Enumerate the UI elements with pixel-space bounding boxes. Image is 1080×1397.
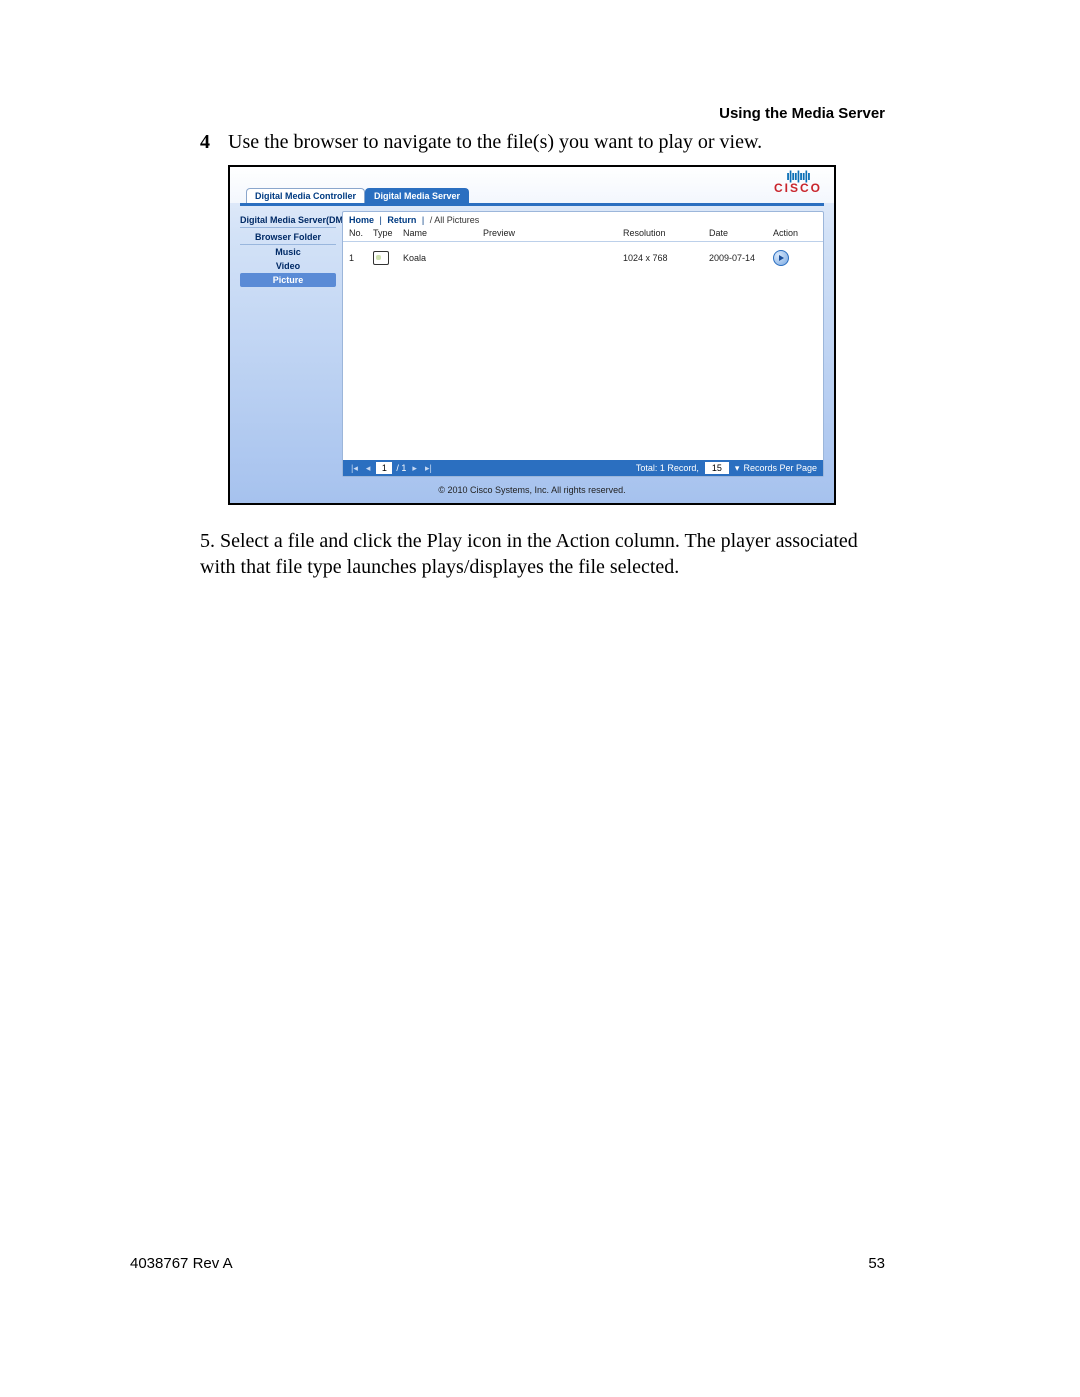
step-4-text: Use the browser to navigate to the file(… bbox=[228, 131, 762, 154]
cell-type bbox=[373, 251, 403, 265]
pager-current-page[interactable]: 1 bbox=[376, 462, 392, 474]
breadcrumb-sep: | bbox=[377, 215, 385, 225]
cell-action bbox=[773, 250, 817, 266]
sidebar: Digital Media Server(DMS) Browser Folder… bbox=[240, 211, 336, 477]
top-bar: Digital Media Controller Digital Media S… bbox=[230, 167, 834, 203]
step-5-text: 5. Select a file and click the Play icon… bbox=[200, 528, 885, 580]
cell-resolution: 1024 x 768 bbox=[623, 253, 709, 263]
page-header-right: Using the Media Server bbox=[719, 105, 885, 122]
breadcrumb-return-link[interactable]: Return bbox=[387, 215, 416, 225]
tab-underline bbox=[240, 203, 824, 206]
pager-bar: |◂ ◂ 1 / 1 ▸ ▸| Total: 1 Record, 15 ▾ Re… bbox=[343, 460, 823, 476]
col-preview: Preview bbox=[483, 228, 623, 238]
records-per-page-select[interactable]: 15 bbox=[705, 462, 729, 474]
breadcrumb-sep: | bbox=[419, 215, 427, 225]
sidebar-title: Digital Media Server(DMS) bbox=[240, 211, 336, 228]
cell-no: 1 bbox=[349, 253, 373, 263]
col-name: Name bbox=[403, 228, 483, 238]
cell-date: 2009-07-14 bbox=[709, 253, 773, 263]
tab-row: Digital Media Controller Digital Media S… bbox=[246, 188, 469, 203]
breadcrumb-home-link[interactable]: Home bbox=[349, 215, 374, 225]
col-type: Type bbox=[373, 228, 403, 238]
sidebar-item-picture[interactable]: Picture bbox=[240, 273, 336, 287]
media-server-screenshot: Digital Media Controller Digital Media S… bbox=[228, 165, 836, 505]
records-per-page-label: Records Per Page bbox=[743, 463, 817, 473]
cisco-logo: ı|ıı|ıı|ı CISCO bbox=[774, 169, 822, 194]
pager-prev-button[interactable]: ◂ bbox=[364, 463, 373, 474]
pager-total-pages: / 1 bbox=[396, 463, 406, 473]
table-body: 1 Koala 1024 x 768 2009-07-14 bbox=[343, 242, 823, 460]
picture-type-icon bbox=[373, 251, 389, 265]
breadcrumb: Home | Return | / All Pictures bbox=[343, 212, 823, 228]
col-resolution: Resolution bbox=[623, 228, 709, 238]
col-no: No. bbox=[349, 228, 373, 238]
pager-last-button[interactable]: ▸| bbox=[423, 463, 434, 474]
column-header-row: No. Type Name Preview Resolution Date Ac… bbox=[343, 228, 823, 242]
play-icon[interactable] bbox=[773, 250, 789, 266]
pager-next-button[interactable]: ▸ bbox=[410, 463, 419, 474]
tab-digital-media-server[interactable]: Digital Media Server bbox=[365, 188, 469, 203]
cell-name: Koala bbox=[403, 253, 483, 263]
tab-digital-media-controller[interactable]: Digital Media Controller bbox=[246, 188, 365, 203]
step-4-number: 4 bbox=[200, 131, 210, 154]
footer-page-number: 53 bbox=[868, 1255, 885, 1272]
col-date: Date bbox=[709, 228, 773, 238]
pager-total-label: Total: 1 Record, bbox=[636, 463, 699, 473]
footer-doc-id: 4038767 Rev A bbox=[130, 1255, 233, 1272]
pager-first-button[interactable]: |◂ bbox=[349, 463, 360, 474]
breadcrumb-path: / All Pictures bbox=[430, 215, 480, 225]
copyright-text: © 2010 Cisco Systems, Inc. All rights re… bbox=[230, 485, 834, 495]
sidebar-subtitle: Browser Folder bbox=[240, 228, 336, 245]
main-panel: Home | Return | / All Pictures No. Type … bbox=[342, 211, 824, 477]
table-row[interactable]: 1 Koala 1024 x 768 2009-07-14 bbox=[349, 248, 817, 268]
col-action: Action bbox=[773, 228, 817, 238]
cisco-brand: CISCO bbox=[774, 182, 822, 194]
sidebar-item-music[interactable]: Music bbox=[240, 245, 336, 259]
records-per-page-caret-icon[interactable]: ▾ bbox=[735, 463, 740, 474]
sidebar-item-video[interactable]: Video bbox=[240, 259, 336, 273]
body-row: Digital Media Server(DMS) Browser Folder… bbox=[240, 211, 824, 477]
